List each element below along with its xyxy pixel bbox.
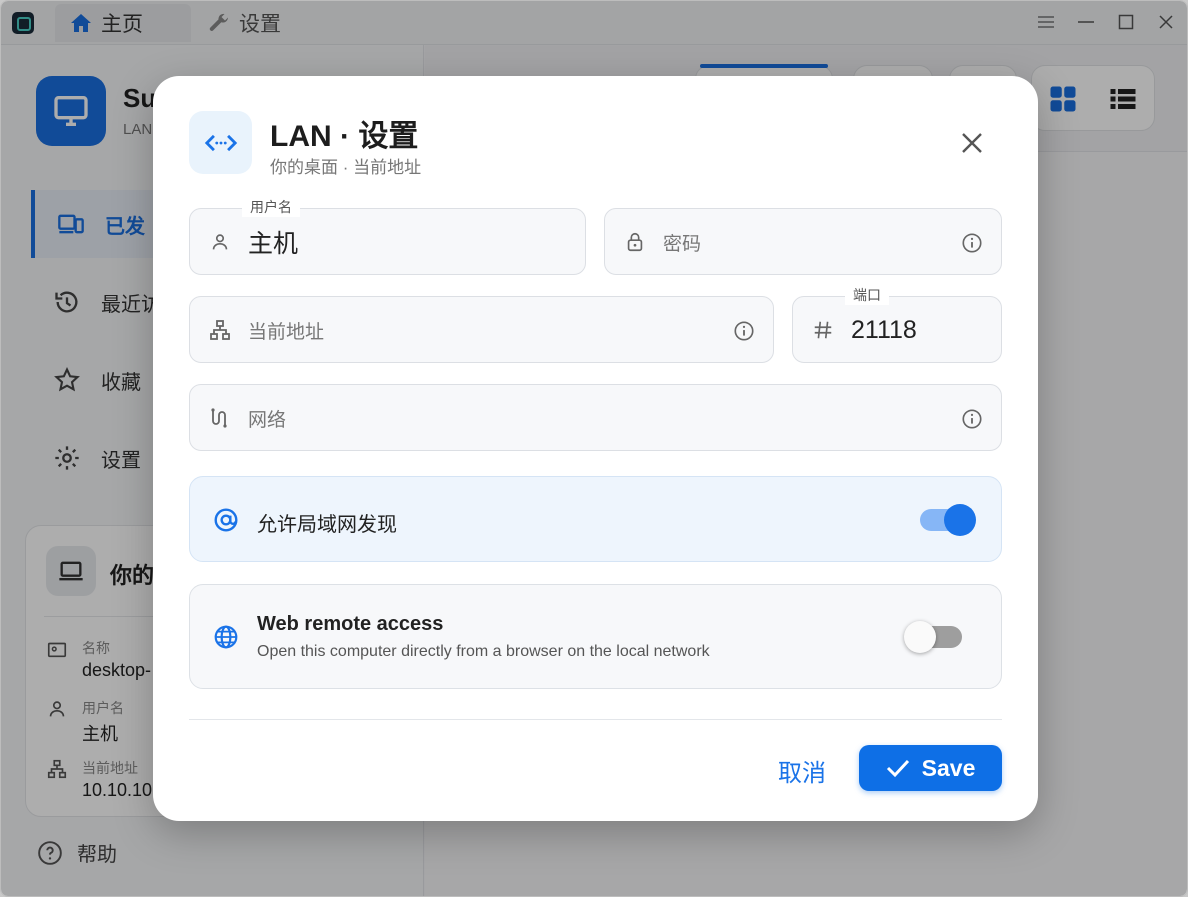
port-field[interactable]: 端口 <box>792 285 1002 363</box>
cancel-button[interactable]: 取消 <box>757 748 847 792</box>
username-input[interactable] <box>248 221 568 263</box>
dialog-title: LAN · 设置 <box>270 120 419 153</box>
username-field[interactable]: 用户名 <box>189 197 586 275</box>
dialog-subtitle: 你的桌面 · 当前地址 <box>270 158 422 177</box>
globe-icon <box>212 623 240 651</box>
password-input[interactable] <box>663 221 943 263</box>
footer-divider <box>189 719 1002 720</box>
network-field[interactable] <box>189 384 1002 451</box>
password-field[interactable] <box>604 208 1002 275</box>
route-icon <box>207 405 233 431</box>
app-window: 主页 设置 Su LAN 已发 最近访 收藏 设置 你的 名称 desktop-… <box>0 0 1188 897</box>
port-input[interactable] <box>851 309 991 351</box>
hash-icon <box>810 317 836 343</box>
close-icon <box>962 133 982 153</box>
code-arrows-icon <box>189 111 252 174</box>
network-input[interactable] <box>248 397 928 439</box>
at-sign-icon <box>212 506 240 534</box>
lan-settings-dialog: LAN · 设置 你的桌面 · 当前地址 用户名 主机 当前地址 端口 2111… <box>153 76 1038 821</box>
web-access-row[interactable]: Web remote access Open this computer dir… <box>189 584 1002 689</box>
lock-icon <box>622 229 648 255</box>
address-input[interactable] <box>248 309 708 351</box>
network-tree-icon <box>207 317 233 343</box>
check-icon <box>886 759 909 778</box>
lan-discovery-toggle[interactable] <box>920 504 976 536</box>
port-label: 端口 <box>845 285 889 305</box>
close-dialog-button[interactable] <box>955 126 989 160</box>
user-icon <box>207 229 233 255</box>
lan-discovery-label: 允许局域网发现 <box>257 514 397 536</box>
save-label: Save <box>921 754 976 781</box>
web-access-title: Web remote access <box>257 613 444 635</box>
address-field[interactable] <box>189 296 774 363</box>
web-access-toggle[interactable] <box>904 621 962 653</box>
username-label: 用户名 <box>242 197 300 217</box>
info-icon[interactable] <box>732 319 756 343</box>
lan-discovery-row[interactable]: 允许局域网发现 <box>189 476 1002 562</box>
info-icon[interactable] <box>960 231 984 255</box>
info-icon[interactable] <box>960 407 984 431</box>
web-access-description: Open this computer directly from a brows… <box>257 643 710 660</box>
save-button[interactable]: Save <box>859 745 1002 791</box>
